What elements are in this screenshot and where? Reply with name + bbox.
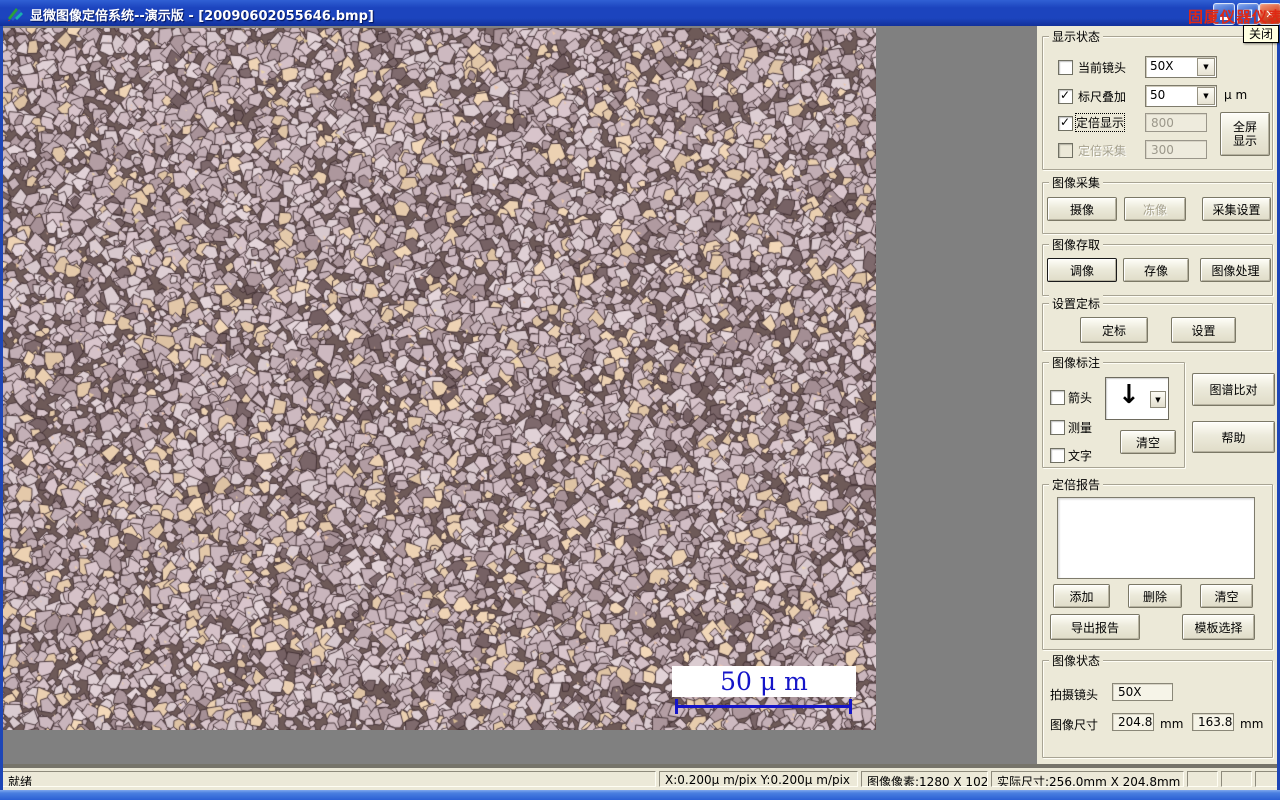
chevron-down-icon[interactable]: ▼ (1197, 58, 1215, 76)
text-checkbox[interactable] (1050, 448, 1065, 463)
scale-bar-line (677, 705, 850, 708)
template-select-button[interactable]: 模板选择 (1182, 614, 1255, 640)
fixed-capture-checkbox (1058, 143, 1073, 158)
ruler-overlay-checkbox[interactable] (1058, 89, 1073, 104)
group-image-status-title: 图像状态 (1049, 652, 1103, 669)
ruler-unit-label: μ m (1224, 88, 1247, 102)
group-report-title: 定倍报告 (1049, 476, 1103, 493)
chevron-down-icon[interactable]: ▼ (1150, 391, 1166, 408)
ruler-value: 50 (1150, 88, 1165, 102)
current-lens-value: 50X (1150, 59, 1174, 73)
group-image-status: 图像状态 (1042, 660, 1273, 758)
text-label: 文字 (1068, 447, 1092, 464)
status-ready: 就绪 (2, 771, 656, 787)
group-annotation-title: 图像标注 (1049, 354, 1103, 371)
window-title: 显微图像定倍系统--演示版 - [20090602055646.bmp] (30, 5, 374, 24)
group-image-capture-title: 图像采集 (1049, 174, 1103, 191)
calibration-settings-button[interactable]: 设置 (1171, 317, 1236, 343)
status-bar: 就绪 X:0.200μ m/pix Y:0.200μ m/pix 图像像素:12… (0, 768, 1280, 790)
ruler-overlay-label: 标尺叠加 (1078, 88, 1126, 105)
fixed-capture-label: 定倍采集 (1078, 142, 1126, 159)
scale-bar-overlay: 50 μ m (672, 666, 856, 697)
report-clear-button[interactable]: 清空 (1200, 584, 1253, 608)
arrow-style-combo[interactable]: ↓ ▼ (1105, 377, 1169, 420)
report-delete-button[interactable]: 删除 (1128, 584, 1182, 608)
status-empty-2 (1221, 771, 1252, 787)
fullscreen-button-line2: 显示 (1233, 134, 1257, 148)
fixed-capture-field: 300 (1145, 140, 1207, 159)
arrow-label: 箭头 (1068, 389, 1092, 406)
group-display-status-title: 显示状态 (1049, 28, 1103, 45)
group-image-storage-title: 图像存取 (1049, 236, 1103, 253)
close-tooltip: 关闭 (1243, 25, 1279, 43)
taskbar-strip[interactable] (0, 790, 1280, 800)
image-width-field: 204.8 (1112, 713, 1154, 731)
group-calibration: 设置定标 (1042, 303, 1273, 351)
image-size-label: 图像尺寸 (1050, 716, 1098, 733)
report-add-button[interactable]: 添加 (1053, 584, 1110, 608)
measure-label: 测量 (1068, 419, 1092, 436)
report-list[interactable] (1057, 497, 1255, 579)
app-icon (6, 4, 24, 22)
fixed-display-label: 定倍显示 (1076, 114, 1124, 131)
save-image-button[interactable]: 存像 (1123, 258, 1189, 282)
load-image-button[interactable]: 调像 (1047, 258, 1117, 282)
current-lens-checkbox[interactable] (1058, 60, 1073, 75)
export-report-button[interactable]: 导出报告 (1050, 614, 1140, 640)
annotation-clear-button[interactable]: 清空 (1120, 430, 1176, 454)
app-window: 显微图像定倍系统--演示版 - [20090602055646.bmp] ❐ ✕… (0, 0, 1280, 800)
status-empty-3 (1255, 771, 1278, 787)
title-bar: 显微图像定倍系统--演示版 - [20090602055646.bmp] ❐ ✕ (0, 0, 1280, 26)
watermark-text: 固厦仪器仪表 (1188, 6, 1280, 27)
ruler-value-combo[interactable]: 50 ▼ (1145, 85, 1217, 107)
image-height-field: 163.8 (1192, 713, 1234, 731)
image-process-button[interactable]: 图像处理 (1200, 258, 1271, 282)
status-pixel-scale: X:0.200μ m/pix Y:0.200μ m/pix (659, 771, 858, 787)
scale-bar-label: 50 μ m (720, 668, 808, 695)
scale-bar-tick-left (675, 699, 678, 714)
group-calibration-title: 设置定标 (1049, 295, 1103, 312)
status-actual-size: 实际尺寸:256.0mm X 204.8mm (991, 771, 1184, 787)
atlas-compare-button[interactable]: 图谱比对 (1192, 373, 1275, 406)
fixed-display-checkbox[interactable] (1058, 116, 1073, 131)
help-button[interactable]: 帮助 (1192, 421, 1275, 453)
arrow-checkbox[interactable] (1050, 390, 1065, 405)
chevron-down-icon[interactable]: ▼ (1197, 87, 1215, 105)
image-width-unit: mm (1160, 717, 1183, 731)
current-lens-combo[interactable]: 50X ▼ (1145, 56, 1217, 78)
current-lens-label: 当前镜头 (1078, 59, 1126, 76)
capture-settings-button[interactable]: 采集设置 (1202, 197, 1271, 221)
calibrate-button[interactable]: 定标 (1080, 317, 1148, 343)
micrograph-image[interactable] (3, 28, 876, 730)
status-image-pixels: 图像像素:1280 X 1024 (861, 771, 988, 787)
fullscreen-button[interactable]: 全屏 显示 (1220, 112, 1270, 156)
arrow-glyph: ↓ (1118, 380, 1140, 410)
shoot-button[interactable]: 摄像 (1047, 197, 1117, 221)
fixed-display-field: 800 (1145, 113, 1207, 132)
fullscreen-button-line1: 全屏 (1233, 120, 1257, 134)
shoot-lens-field: 50X (1112, 683, 1173, 701)
window-border-left (0, 26, 3, 790)
measure-checkbox[interactable] (1050, 420, 1065, 435)
status-empty-1 (1187, 771, 1218, 787)
image-height-unit: mm (1240, 717, 1263, 731)
shoot-lens-label: 拍摄镜头 (1050, 686, 1098, 703)
scale-bar-tick-right (849, 699, 852, 714)
freeze-button: 冻像 (1124, 197, 1186, 221)
